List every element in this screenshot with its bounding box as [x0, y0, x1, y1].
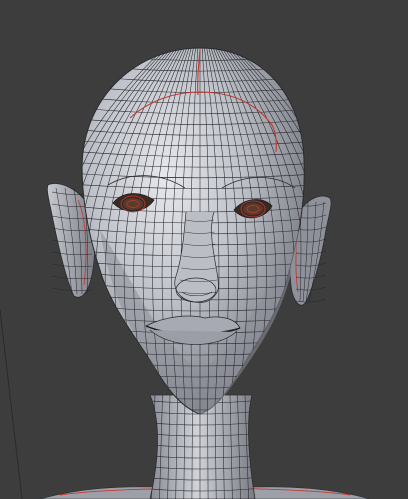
viewport-guide-line: [0, 309, 23, 499]
3d-viewport[interactable]: [0, 0, 408, 499]
head-mesh-render[interactable]: [0, 0, 408, 499]
